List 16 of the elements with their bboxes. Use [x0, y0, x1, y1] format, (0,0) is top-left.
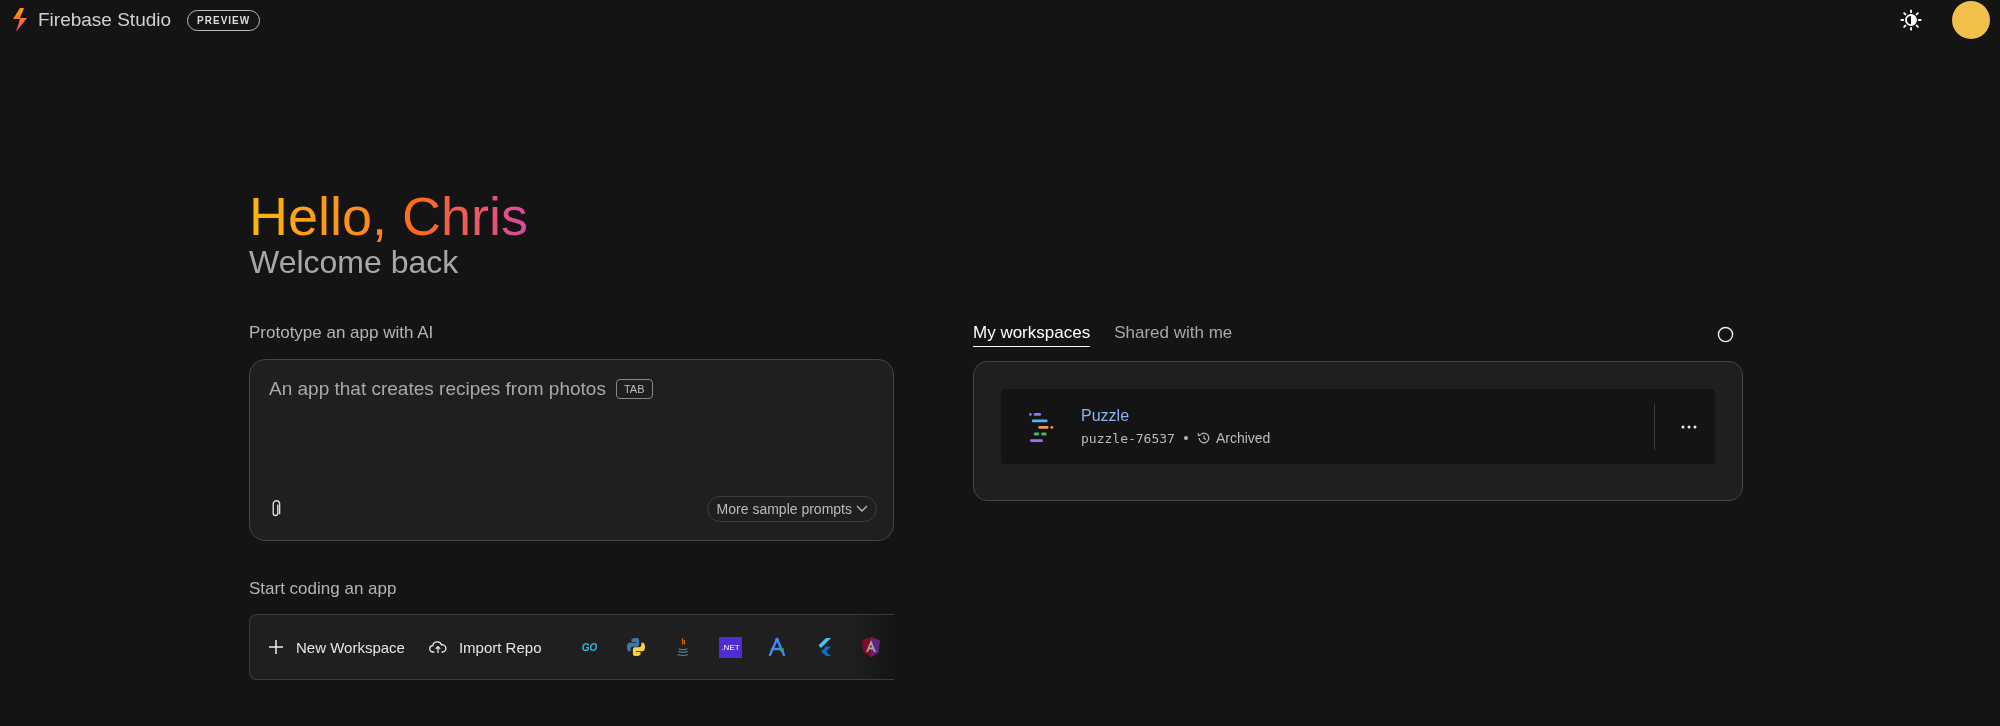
section-label: Prototype an app with AI [249, 323, 435, 343]
workspace-item[interactable]: Puzzle puzzle-76537 Archived [1001, 389, 1715, 464]
action-button[interactable]: Import Repo [428, 638, 542, 656]
workspace-name[interactable]: Puzzle [1081, 407, 1654, 425]
prompt-placeholder: An app that creates recipes from photos [269, 378, 606, 400]
go-logo-icon[interactable]: GO [581, 641, 598, 653]
app-title: Firebase Studio [38, 9, 172, 31]
workspace-id: puzzle-76537 [1081, 430, 1175, 446]
action-button[interactable]: New Workspace [268, 638, 405, 656]
net-logo-icon[interactable]: .NET [719, 636, 742, 658]
workspace-tab[interactable]: Shared with me [1114, 323, 1233, 347]
key-hint: TAB [615, 379, 653, 399]
workspace-status: Archived [1215, 430, 1271, 446]
section-label: Start coding an app [249, 579, 398, 599]
prompt-field[interactable]: An app that creates recipes from photos TAB More sample prompts [249, 359, 894, 541]
workspace-tab[interactable]: My workspaces [973, 323, 1091, 347]
